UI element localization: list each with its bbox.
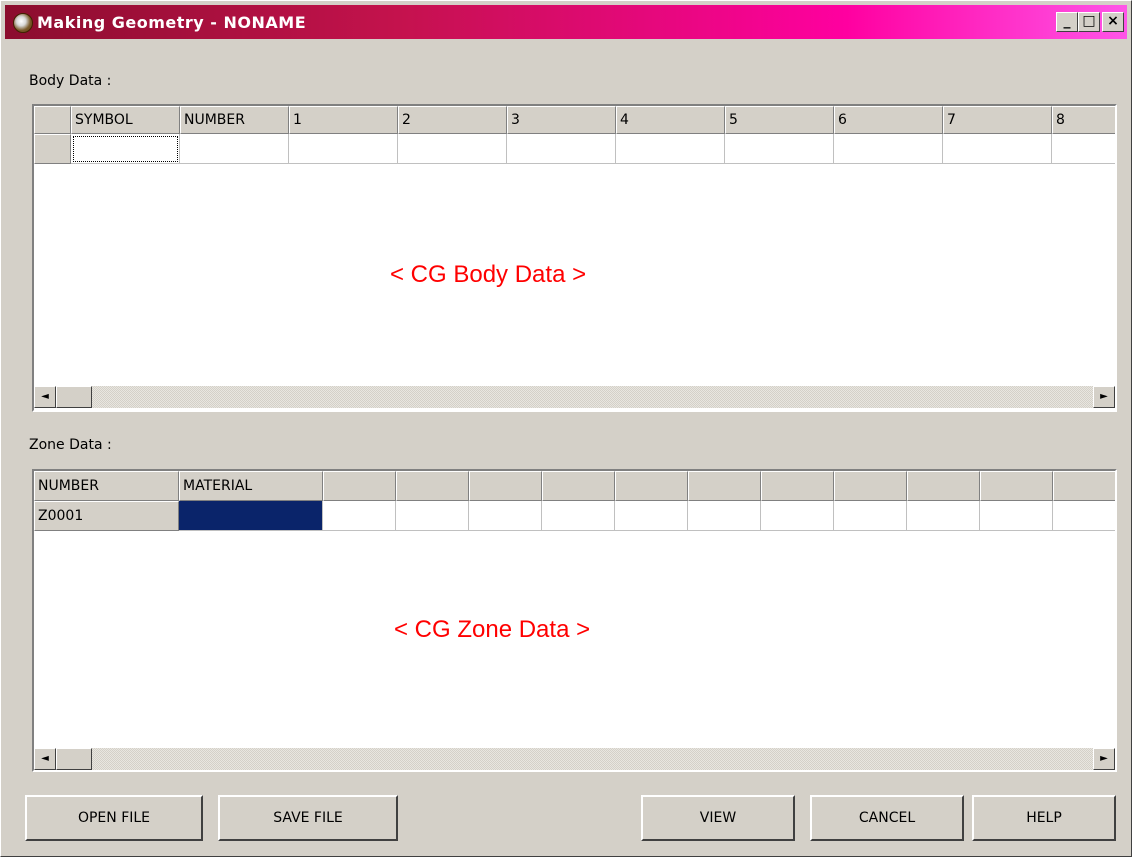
zone-cell[interactable] — [907, 501, 980, 531]
body-cell[interactable] — [289, 134, 398, 164]
zone-col-empty[interactable] — [542, 471, 615, 501]
body-data-grid[interactable]: SYMBOL NUMBER 1 2 3 4 5 6 7 8 < CG Body … — [32, 104, 1117, 412]
body-cell[interactable] — [725, 134, 834, 164]
zone-cell[interactable] — [542, 501, 615, 531]
zone-cell[interactable] — [469, 501, 542, 531]
zone-col-empty[interactable] — [323, 471, 396, 501]
zone-col-empty[interactable] — [688, 471, 761, 501]
save-file-button[interactable]: SAVE FILE — [218, 795, 398, 841]
open-file-button[interactable]: OPEN FILE — [25, 795, 203, 841]
body-col-number[interactable]: NUMBER — [180, 106, 289, 134]
scroll-right-button[interactable]: ► — [1093, 386, 1115, 408]
body-cell[interactable] — [1052, 134, 1115, 164]
zone-col-empty[interactable] — [469, 471, 542, 501]
zone-cell[interactable] — [396, 501, 469, 531]
body-col-symbol[interactable]: SYMBOL — [71, 106, 180, 134]
zone-col-empty[interactable] — [980, 471, 1053, 501]
scroll-left-button[interactable]: ◄ — [34, 386, 56, 408]
body-col-6[interactable]: 6 — [834, 106, 943, 134]
zone-col-material[interactable]: MATERIAL — [179, 471, 323, 501]
body-hscrollbar[interactable]: ◄ ► — [34, 386, 1115, 408]
body-col-1[interactable]: 1 — [289, 106, 398, 134]
scroll-right-button[interactable]: ► — [1093, 748, 1115, 770]
body-cell[interactable] — [180, 134, 289, 164]
main-window: Making Geometry - NONAME _ □ × Body Data… — [0, 0, 1132, 857]
zone-cell[interactable] — [834, 501, 907, 531]
maximize-button[interactable]: □ — [1078, 12, 1100, 32]
view-button[interactable]: VIEW — [641, 795, 795, 841]
body-corner-header — [34, 106, 71, 134]
zone-cell[interactable] — [980, 501, 1053, 531]
zone-col-number[interactable]: NUMBER — [34, 471, 179, 501]
body-col-7[interactable]: 7 — [943, 106, 1052, 134]
zone-data-label: Zone Data : — [29, 437, 112, 453]
cancel-button[interactable]: CANCEL — [810, 795, 964, 841]
help-button[interactable]: HELP — [972, 795, 1116, 841]
body-cell[interactable] — [616, 134, 725, 164]
scroll-thumb[interactable] — [56, 386, 92, 408]
scroll-left-button[interactable]: ◄ — [34, 748, 56, 770]
body-cell[interactable] — [943, 134, 1052, 164]
body-data-label: Body Data : — [29, 73, 112, 89]
app-icon[interactable] — [13, 13, 33, 33]
scroll-thumb[interactable] — [56, 748, 92, 770]
body-col-5[interactable]: 5 — [725, 106, 834, 134]
zone-col-empty[interactable] — [834, 471, 907, 501]
zone-cell[interactable] — [615, 501, 688, 531]
body-col-3[interactable]: 3 — [507, 106, 616, 134]
zone-row-number[interactable]: Z0001 — [34, 501, 179, 531]
body-row-header[interactable] — [34, 134, 71, 164]
zone-cell[interactable] — [761, 501, 834, 531]
zone-col-empty[interactable] — [761, 471, 834, 501]
zone-data-grid[interactable]: NUMBER MATERIAL Z0001 < CG Zone Data > ◄… — [32, 469, 1117, 772]
zone-data-placeholder: < CG Zone Data > — [394, 616, 591, 643]
close-button[interactable]: × — [1102, 12, 1124, 32]
zone-cell[interactable] — [1053, 501, 1115, 531]
minimize-button[interactable]: _ — [1056, 12, 1078, 32]
body-cell[interactable] — [834, 134, 943, 164]
body-col-4[interactable]: 4 — [616, 106, 725, 134]
body-data-placeholder: < CG Body Data > — [390, 261, 587, 288]
title-bar[interactable]: Making Geometry - NONAME _ □ × — [5, 5, 1127, 39]
zone-cell-material-selected[interactable] — [179, 501, 323, 531]
zone-col-empty[interactable] — [396, 471, 469, 501]
body-col-2[interactable]: 2 — [398, 106, 507, 134]
zone-col-empty[interactable] — [615, 471, 688, 501]
zone-hscrollbar[interactable]: ◄ ► — [34, 748, 1115, 770]
body-cell[interactable] — [398, 134, 507, 164]
zone-col-empty[interactable] — [1053, 471, 1115, 501]
zone-col-empty[interactable] — [907, 471, 980, 501]
body-cell[interactable] — [507, 134, 616, 164]
body-cell-symbol[interactable] — [71, 134, 180, 164]
zone-cell[interactable] — [323, 501, 396, 531]
body-col-8[interactable]: 8 — [1052, 106, 1115, 134]
zone-cell[interactable] — [688, 501, 761, 531]
window-title: Making Geometry - NONAME — [37, 13, 307, 32]
